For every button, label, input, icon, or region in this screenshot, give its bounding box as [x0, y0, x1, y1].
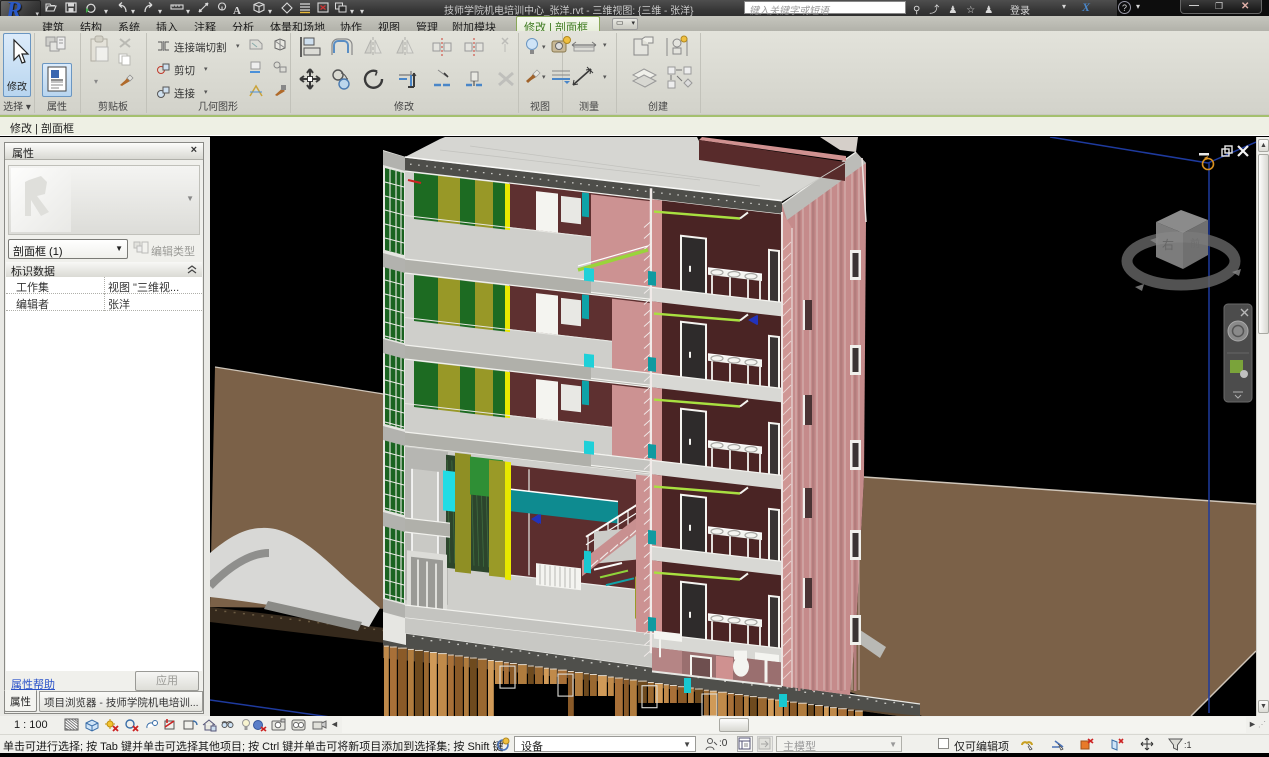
svg-text:前: 前 — [1190, 237, 1200, 250]
svg-text:右: 右 — [1162, 237, 1174, 252]
